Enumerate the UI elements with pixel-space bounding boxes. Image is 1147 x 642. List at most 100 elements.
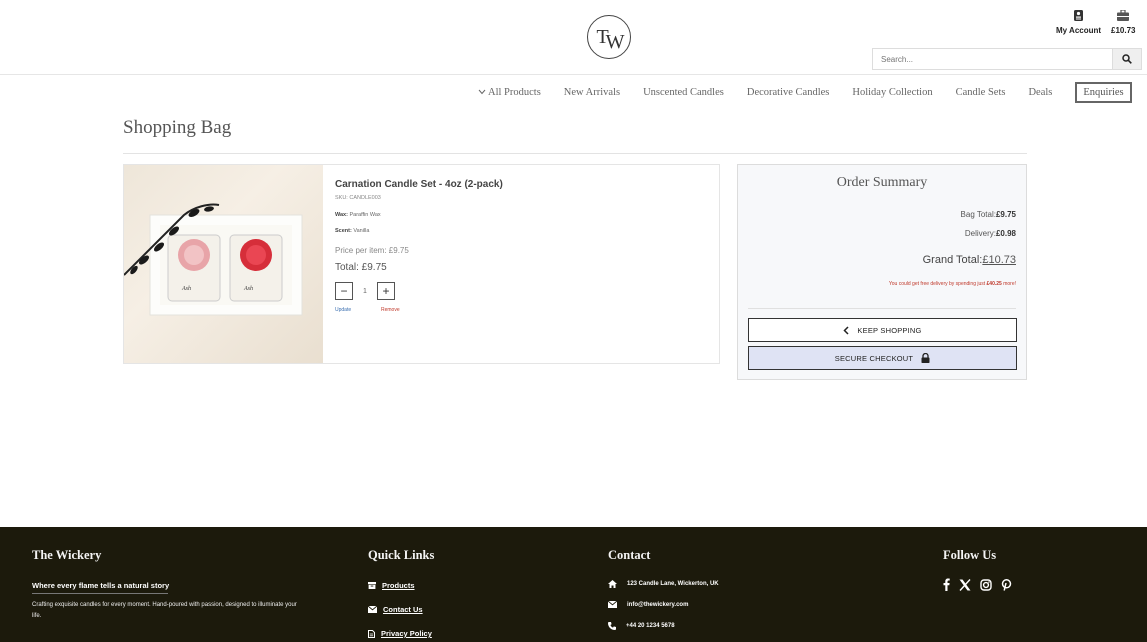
phone-text: +44 20 1234 5678 — [626, 623, 675, 629]
nav-holiday-collection[interactable]: Holiday Collection — [852, 87, 932, 98]
logo-letter-w: W — [605, 30, 625, 53]
address-text: 123 Candle Lane, Wickerton, UK — [627, 581, 719, 587]
candle-set-illustration: Ash Ash — [124, 203, 303, 316]
nav-new-arrivals[interactable]: New Arrivals — [564, 87, 620, 98]
scent-value: Vanilla — [353, 228, 370, 234]
envelope-icon — [608, 601, 617, 608]
secure-checkout-label: SECURE CHECKOUT — [834, 353, 914, 363]
bag-total-label: Bag Total: — [960, 210, 996, 219]
footer-link-contact[interactable]: Contact Us — [368, 605, 423, 614]
search-input[interactable] — [873, 49, 1112, 69]
phone-icon — [608, 622, 616, 630]
bag-total-header: £10.73 — [1111, 26, 1136, 35]
header-divider — [0, 74, 1147, 75]
scent-label: Scent: — [335, 228, 352, 234]
pinterest-icon[interactable] — [1001, 578, 1012, 591]
briefcase-icon — [1117, 10, 1130, 21]
svg-text:Ash: Ash — [243, 286, 253, 292]
footer-phone[interactable]: +44 20 1234 5678 — [608, 622, 675, 630]
keep-shopping-label: KEEP SHOPPING — [857, 325, 922, 335]
wax-label: Wax: — [335, 212, 348, 218]
secure-checkout-button[interactable]: SECURE CHECKOUT — [748, 346, 1017, 370]
envelope-icon — [368, 606, 377, 613]
nav-enquiries[interactable]: Enquiries — [1075, 81, 1132, 103]
footer-brand: The Wickery — [32, 548, 102, 562]
quick-links-title: Quick Links — [368, 548, 435, 562]
instagram-icon[interactable] — [980, 578, 992, 591]
contact-title: Contact — [608, 548, 651, 562]
wax-value: Paraffin Wax — [349, 212, 381, 218]
delivery-row: Delivery:£0.98 — [965, 229, 1016, 238]
logo-letter-t: T — [596, 25, 608, 48]
footer-link-privacy[interactable]: Privacy Policy — [368, 629, 432, 638]
bag-link[interactable]: £10.73 — [1111, 10, 1135, 35]
follow-us-title: Follow Us — [943, 548, 997, 562]
email-text: info@thewickery.com — [627, 601, 689, 608]
keep-shopping-button[interactable]: KEEP SHOPPING — [748, 318, 1017, 342]
nav-candle-sets[interactable]: Candle Sets — [956, 87, 1006, 98]
nav-unscented-candles[interactable]: Unscented Candles — [643, 87, 724, 98]
delivery-value: £0.98 — [995, 229, 1016, 238]
main-nav: All Products New Arrivals Unscented Cand… — [478, 80, 1132, 104]
product-name[interactable]: Carnation Candle Set - 4oz (2-pack) — [335, 179, 503, 190]
free-delivery-prefix: You could get free delivery by spending … — [888, 281, 987, 287]
chevron-down-icon — [478, 89, 486, 94]
bag-total-row: Bag Total:£9.75 — [961, 210, 1016, 219]
social-links — [943, 578, 1012, 591]
bag-total-value: £9.75 — [995, 210, 1016, 219]
free-delivery-suffix: more! — [1001, 281, 1016, 287]
svg-text:Ash: Ash — [181, 286, 191, 292]
quantity-decrease-button[interactable]: − — [335, 282, 353, 300]
footer-link-contact-label: Contact Us — [383, 605, 423, 614]
my-account-label: My Account — [1056, 26, 1102, 35]
footer-address: 123 Candle Lane, Wickerton, UK — [608, 580, 719, 588]
search-icon — [1122, 54, 1132, 64]
summary-divider — [748, 308, 1016, 309]
x-icon[interactable] — [959, 578, 971, 591]
product-scent: Scent: Vanilla — [335, 228, 369, 234]
nav-all-products[interactable]: All Products — [478, 87, 541, 98]
facebook-icon[interactable] — [943, 578, 950, 591]
document-icon — [368, 629, 375, 638]
grand-total-value: £10.73 — [982, 254, 1016, 266]
order-summary-panel: Order Summary Bag Total:£9.75 Delivery:£… — [737, 164, 1027, 380]
footer-description: Crafting exquisite candles for every mom… — [32, 602, 297, 619]
tagline-underline — [32, 593, 168, 594]
update-link[interactable]: Update — [335, 307, 351, 313]
grand-total-row: Grand Total:£10.73 — [923, 254, 1016, 266]
footer-link-products[interactable]: Products — [368, 581, 415, 590]
quantity-stepper: − 1 + — [335, 282, 395, 300]
nav-decorative-candles[interactable]: Decorative Candles — [747, 87, 830, 98]
lock-icon — [921, 353, 930, 363]
price-per-item: Price per item: £9.75 — [335, 246, 409, 255]
search-button[interactable] — [1112, 49, 1141, 69]
nav-all-products-label: All Products — [488, 86, 541, 98]
chevron-left-icon — [843, 325, 849, 335]
search-bar — [872, 48, 1142, 70]
product-wax: Wax: Paraffin Wax — [335, 212, 381, 218]
product-sku: SKU: CANDLE003 — [335, 195, 381, 201]
remove-link[interactable]: Remove — [381, 307, 400, 313]
nav-deals[interactable]: Deals — [1028, 87, 1052, 98]
free-delivery-amount: £40.25 — [986, 281, 1002, 287]
delivery-label: Delivery: — [964, 229, 996, 238]
footer-link-products-label: Products — [382, 581, 415, 590]
my-account-link[interactable]: My Account — [1056, 10, 1101, 35]
item-total: Total: £9.75 — [335, 262, 387, 273]
title-divider — [123, 153, 1027, 154]
footer-tagline: Where every flame tells a natural story — [32, 581, 170, 590]
order-summary-title: Order Summary — [836, 175, 928, 190]
quantity-increase-button[interactable]: + — [377, 282, 395, 300]
home-icon — [608, 580, 617, 588]
site-logo[interactable]: TW — [587, 15, 631, 59]
product-image[interactable]: Ash Ash — [124, 165, 323, 363]
bag-item-card: Ash Ash Carnation Candle Set - 4oz (2-pa… — [123, 164, 720, 364]
account-icon — [1074, 10, 1084, 21]
site-footer: The Wickery Where every flame tells a na… — [0, 527, 1147, 642]
free-delivery-notice: You could get free delivery by spending … — [889, 281, 1016, 287]
quantity-value[interactable]: 1 — [353, 288, 377, 295]
box-icon — [368, 582, 376, 589]
footer-email[interactable]: info@thewickery.com — [608, 601, 688, 608]
page-title: Shopping Bag — [123, 117, 232, 138]
footer-link-privacy-label: Privacy Policy — [381, 629, 432, 638]
